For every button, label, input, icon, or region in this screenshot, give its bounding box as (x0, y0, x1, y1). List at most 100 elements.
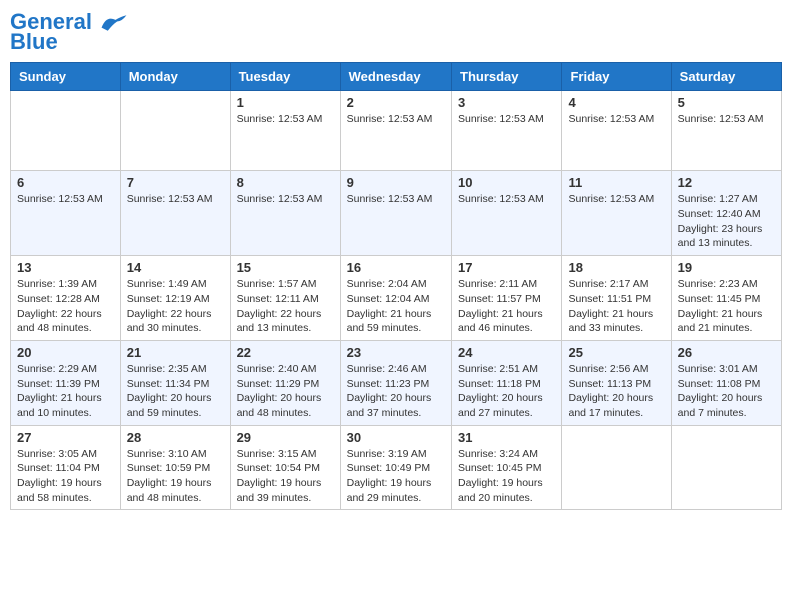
calendar-cell: 16 Sunrise: 2:04 AMSunset: 12:04 AMDaylig… (340, 256, 451, 341)
calendar-cell: 20 Sunrise: 2:29 AMSunset: 11:39 PMDaylig… (11, 340, 121, 425)
day-number: 28 (127, 430, 224, 445)
cell-info: Sunrise: 12:53 AM (458, 192, 555, 207)
day-number: 18 (568, 260, 664, 275)
cell-info: Sunrise: 2:56 AMSunset: 11:13 PMDaylight… (568, 362, 664, 421)
day-number: 16 (347, 260, 445, 275)
day-number: 12 (678, 175, 775, 190)
calendar-cell: 26 Sunrise: 3:01 AMSunset: 11:08 PMDaylig… (671, 340, 781, 425)
calendar-cell: 4 Sunrise: 12:53 AM (562, 91, 671, 171)
day-number: 30 (347, 430, 445, 445)
cell-info: Sunrise: 12:53 AM (347, 192, 445, 207)
weekday-header: Wednesday (340, 63, 451, 91)
logo: General Blue (10, 10, 128, 54)
calendar-cell: 7 Sunrise: 12:53 AM (120, 171, 230, 256)
calendar-cell: 25 Sunrise: 2:56 AMSunset: 11:13 PMDaylig… (562, 340, 671, 425)
day-number: 20 (17, 345, 114, 360)
day-number: 19 (678, 260, 775, 275)
calendar-cell: 23 Sunrise: 2:46 AMSunset: 11:23 PMDaylig… (340, 340, 451, 425)
day-number: 23 (347, 345, 445, 360)
day-number: 14 (127, 260, 224, 275)
cell-info: Sunrise: 2:04 AMSunset: 12:04 AMDaylight… (347, 277, 445, 336)
cell-info: Sunrise: 1:27 AMSunset: 12:40 AMDaylight… (678, 192, 775, 251)
cell-info: Sunrise: 2:35 AMSunset: 11:34 PMDaylight… (127, 362, 224, 421)
cell-info: Sunrise: 2:29 AMSunset: 11:39 PMDaylight… (17, 362, 114, 421)
cell-info: Sunrise: 2:17 AMSunset: 11:51 PMDaylight… (568, 277, 664, 336)
calendar-cell: 1 Sunrise: 12:53 AM (230, 91, 340, 171)
cell-info: Sunrise: 2:23 AMSunset: 11:45 PMDaylight… (678, 277, 775, 336)
weekday-header: Thursday (452, 63, 562, 91)
cell-info: Sunrise: 3:15 AMSunset: 10:54 PMDaylight… (237, 447, 334, 506)
day-number: 29 (237, 430, 334, 445)
calendar-cell: 28 Sunrise: 3:10 AMSunset: 10:59 PMDaylig… (120, 425, 230, 510)
cell-info: Sunrise: 12:53 AM (458, 112, 555, 127)
calendar-cell: 29 Sunrise: 3:15 AMSunset: 10:54 PMDaylig… (230, 425, 340, 510)
day-number: 10 (458, 175, 555, 190)
cell-info: Sunrise: 12:53 AM (237, 192, 334, 207)
calendar-cell (671, 425, 781, 510)
calendar-week-row: 6 Sunrise: 12:53 AM 7 Sunrise: 12:53 AM 8 Sun… (11, 171, 782, 256)
day-number: 31 (458, 430, 555, 445)
day-number: 8 (237, 175, 334, 190)
calendar-cell: 6 Sunrise: 12:53 AM (11, 171, 121, 256)
cell-info: Sunrise: 3:10 AMSunset: 10:59 PMDaylight… (127, 447, 224, 506)
cell-info: Sunrise: 1:39 AMSunset: 12:28 AMDaylight… (17, 277, 114, 336)
cell-info: Sunrise: 12:53 AM (127, 192, 224, 207)
calendar-week-row: 13 Sunrise: 1:39 AMSunset: 12:28 AMDaylig… (11, 256, 782, 341)
cell-info: Sunrise: 12:53 AM (568, 192, 664, 207)
cell-info: Sunrise: 2:40 AMSunset: 11:29 PMDaylight… (237, 362, 334, 421)
cell-info: Sunrise: 2:46 AMSunset: 11:23 PMDaylight… (347, 362, 445, 421)
day-number: 21 (127, 345, 224, 360)
cell-info: Sunrise: 12:53 AM (237, 112, 334, 127)
calendar-cell: 10 Sunrise: 12:53 AM (452, 171, 562, 256)
calendar-cell: 30 Sunrise: 3:19 AMSunset: 10:49 PMDaylig… (340, 425, 451, 510)
calendar-week-row: 27Sunrise: 3:05 AMSunset: 11:04 PMDaylig… (11, 425, 782, 510)
day-number: 5 (678, 95, 775, 110)
calendar-cell: 11 Sunrise: 12:53 AM (562, 171, 671, 256)
weekday-header: Sunday (11, 63, 121, 91)
day-number: 11 (568, 175, 664, 190)
calendar-cell: 5 Sunrise: 12:53 AM (671, 91, 781, 171)
calendar-cell: 12 Sunrise: 1:27 AMSunset: 12:40 AMDaylig… (671, 171, 781, 256)
cell-info: Sunrise: 3:19 AMSunset: 10:49 PMDaylight… (347, 447, 445, 506)
weekday-header: Monday (120, 63, 230, 91)
calendar-cell: 27Sunrise: 3:05 AMSunset: 11:04 PMDaylig… (11, 425, 121, 510)
day-number: 13 (17, 260, 114, 275)
day-number: 3 (458, 95, 555, 110)
cell-info: Sunrise: 3:24 AMSunset: 10:45 PMDaylight… (458, 447, 555, 506)
calendar-cell: 21 Sunrise: 2:35 AMSunset: 11:34 PMDaylig… (120, 340, 230, 425)
day-number: 17 (458, 260, 555, 275)
calendar-cell: 31 Sunrise: 3:24 AMSunset: 10:45 PMDaylig… (452, 425, 562, 510)
day-number: 26 (678, 345, 775, 360)
calendar-cell: 19 Sunrise: 2:23 AMSunset: 11:45 PMDaylig… (671, 256, 781, 341)
calendar-week-row: 1Sunrise: 12:53 AM2Sunrise: 12:53 AM3Sun… (11, 91, 782, 171)
cell-info: Sunrise: 12:53 AM (678, 112, 775, 127)
day-number: 24 (458, 345, 555, 360)
day-number: 25 (568, 345, 664, 360)
cell-info: Sunrise: 12:53 AM (568, 112, 664, 127)
cell-info: Sunrise: 3:01 AMSunset: 11:08 PMDaylight… (678, 362, 775, 421)
day-number: 9 (347, 175, 445, 190)
calendar-cell: 14 Sunrise: 1:49 AMSunset: 12:19 AMDaylig… (120, 256, 230, 341)
cell-info: Sunrise: 1:57 AMSunset: 12:11 AMDaylight… (237, 277, 334, 336)
day-number: 2 (347, 95, 445, 110)
weekday-header: Tuesday (230, 63, 340, 91)
calendar-cell: 9 Sunrise: 12:53 AM (340, 171, 451, 256)
calendar-cell (120, 91, 230, 171)
calendar: SundayMondayTuesdayWednesdayThursdayFrid… (10, 62, 782, 510)
day-number: 4 (568, 95, 664, 110)
calendar-week-row: 20 Sunrise: 2:29 AMSunset: 11:39 PMDaylig… (11, 340, 782, 425)
calendar-cell: 13 Sunrise: 1:39 AMSunset: 12:28 AMDaylig… (11, 256, 121, 341)
cell-info: Sunrise: 12:53 AM (17, 192, 114, 207)
calendar-cell: 8 Sunrise: 12:53 AM (230, 171, 340, 256)
calendar-cell: 2Sunrise: 12:53 AM (340, 91, 451, 171)
cell-info: Sunrise: 1:49 AMSunset: 12:19 AMDaylight… (127, 277, 224, 336)
day-number: 1 (237, 95, 334, 110)
day-number: 27 (17, 430, 114, 445)
calendar-cell (562, 425, 671, 510)
calendar-header-row: SundayMondayTuesdayWednesdayThursdayFrid… (11, 63, 782, 91)
calendar-cell: 22Sunrise: 2:40 AMSunset: 11:29 PMDaylig… (230, 340, 340, 425)
day-number: 6 (17, 175, 114, 190)
day-number: 7 (127, 175, 224, 190)
cell-info: Sunrise: 2:11 AMSunset: 11:57 PMDaylight… (458, 277, 555, 336)
cell-info: Sunrise: 2:51 AMSunset: 11:18 PMDaylight… (458, 362, 555, 421)
